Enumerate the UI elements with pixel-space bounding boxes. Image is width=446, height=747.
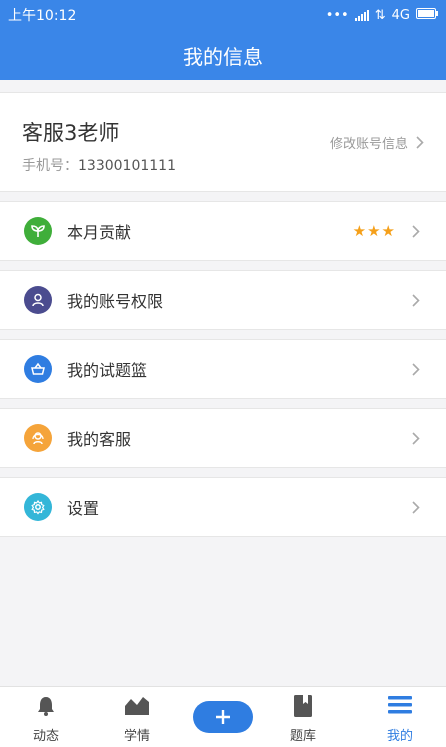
chart-icon [125, 697, 149, 715]
menu-item-label: 我的试题篮 [67, 361, 148, 380]
menu-item-permissions[interactable]: 我的账号权限 [0, 270, 446, 330]
tab-label: 题库 [289, 729, 316, 744]
tab-dynamics[interactable]: 动态 [6, 687, 86, 747]
chevron-right-icon [412, 294, 420, 307]
menu-item-label: 我的客服 [67, 430, 132, 449]
person-icon [24, 286, 52, 314]
edit-account-link[interactable]: 修改账号信息 [330, 133, 424, 152]
data-arrows-icon: ⇅ [374, 7, 386, 23]
menu-icon [388, 696, 412, 714]
tab-learning[interactable]: 学情 [97, 687, 177, 747]
menu-item-label: 本月贡献 [67, 223, 132, 242]
menu-item-label: 设置 [67, 499, 100, 518]
status-indicators: ••• ⇅ 4G [325, 7, 438, 23]
tab-label: 我的 [386, 729, 413, 744]
chevron-right-icon [412, 501, 420, 514]
status-bar: 上午10:12 ••• ⇅ 4G [0, 0, 446, 30]
menu-item-label: 我的账号权限 [67, 292, 164, 311]
book-icon [294, 695, 312, 717]
chevron-right-icon [412, 363, 420, 376]
edit-account-label: 修改账号信息 [329, 137, 408, 152]
chevron-right-icon [412, 432, 420, 445]
signal-icon [354, 9, 369, 21]
status-time: 上午10:12 [8, 8, 77, 24]
battery-icon [416, 7, 438, 23]
profile-card[interactable]: 客服3老师 手机号：13300101111 修改账号信息 [0, 92, 446, 192]
network-type: 4G [391, 7, 410, 23]
tab-mine[interactable]: 我的 [360, 687, 440, 747]
profile-name: 客服3老师 [22, 121, 120, 145]
chevron-right-icon [412, 225, 420, 238]
headset-icon [24, 424, 52, 452]
chevron-right-icon [416, 136, 424, 149]
sprout-icon [24, 217, 52, 245]
tab-label: 学情 [123, 729, 150, 744]
menu-item-question-basket[interactable]: 我的试题篮 [0, 339, 446, 399]
add-button[interactable] [193, 701, 253, 733]
page-title: 我的信息 [183, 44, 263, 69]
page-header: 我的信息 [0, 30, 446, 80]
menu-item-settings[interactable]: 设置 [0, 477, 446, 537]
menu-item-contribution[interactable]: 本月贡献 ★★★ [0, 201, 446, 261]
gear-icon [24, 493, 52, 521]
basket-icon [24, 355, 52, 383]
phone-number: 13300101111 [78, 158, 176, 174]
menu-item-customer-service[interactable]: 我的客服 [0, 408, 446, 468]
plus-icon [216, 710, 230, 724]
profile-phone: 手机号：13300101111 [22, 155, 176, 175]
phone-label: 手机号： [22, 158, 78, 174]
tab-question-bank[interactable]: 题库 [263, 687, 343, 747]
more-dots-icon: ••• [325, 7, 349, 23]
bell-icon [38, 697, 54, 716]
tab-label: 动态 [32, 729, 59, 744]
rating-stars-icon: ★★★ [352, 222, 396, 240]
